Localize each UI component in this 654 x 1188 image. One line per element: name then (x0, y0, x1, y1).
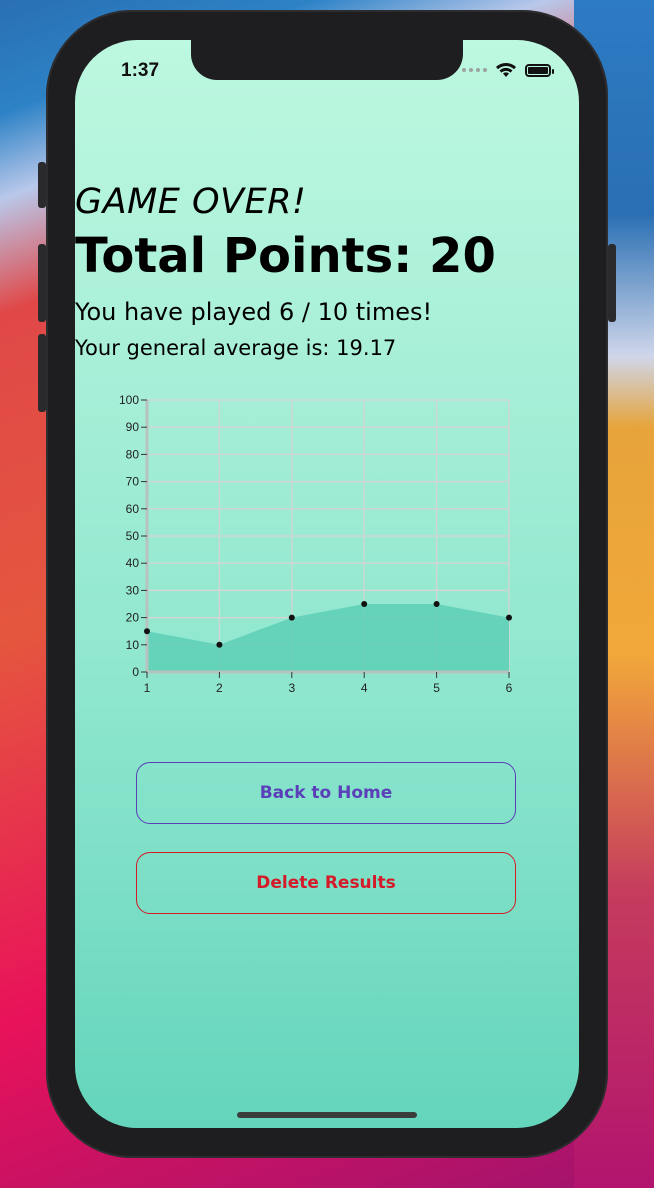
status-icons (462, 62, 554, 78)
signal-dots-icon (462, 68, 487, 72)
data-point (433, 601, 440, 607)
y-tick-label: 10 (126, 638, 140, 652)
x-tick-label: 4 (361, 681, 368, 695)
played-count: You have played 6 / 10 times! (75, 298, 433, 326)
volume-up-button (38, 244, 46, 322)
data-point (288, 614, 295, 621)
x-tick-label: 1 (144, 681, 151, 695)
y-tick-label: 20 (126, 611, 140, 625)
y-tick-label: 70 (126, 475, 140, 489)
y-tick-label: 80 (126, 447, 140, 461)
status-time: 1:37 (121, 60, 160, 81)
y-tick-label: 100 (119, 393, 139, 407)
game-over-heading: GAME OVER! (75, 182, 307, 222)
data-point (216, 641, 223, 648)
notch (191, 40, 463, 80)
y-tick-label: 40 (126, 556, 140, 570)
general-average: Your general average is: 19.17 (75, 336, 397, 360)
app-screen: 1:37 GAME OVER! Total Points: 20 You hav… (75, 40, 579, 1128)
x-tick-label: 5 (433, 681, 440, 695)
volume-down-button (38, 334, 46, 412)
y-tick-label: 50 (126, 529, 140, 543)
x-tick-label: 2 (216, 681, 223, 695)
battery-icon (525, 63, 554, 77)
y-tick-label: 60 (126, 502, 140, 516)
data-point (144, 628, 150, 635)
back-to-home-button[interactable]: Back to Home (136, 762, 516, 824)
y-tick-label: 30 (126, 583, 140, 597)
x-tick-label: 3 (288, 681, 295, 695)
results-chart: 0 10 20 30 40 50 60 70 80 90 100 1 2 3 4 5 6 (119, 393, 513, 695)
data-point (506, 614, 512, 621)
y-tick-label: 90 (126, 420, 140, 434)
data-point (361, 601, 368, 607)
power-button (608, 244, 616, 322)
total-points: Total Points: 20 (75, 228, 496, 284)
mute-switch (38, 162, 46, 208)
wifi-icon (496, 63, 516, 77)
area-series (147, 604, 509, 672)
x-tick-label: 6 (506, 681, 513, 695)
delete-results-button[interactable]: Delete Results (136, 852, 516, 914)
y-tick-label: 0 (132, 665, 139, 679)
home-indicator (237, 1112, 417, 1118)
